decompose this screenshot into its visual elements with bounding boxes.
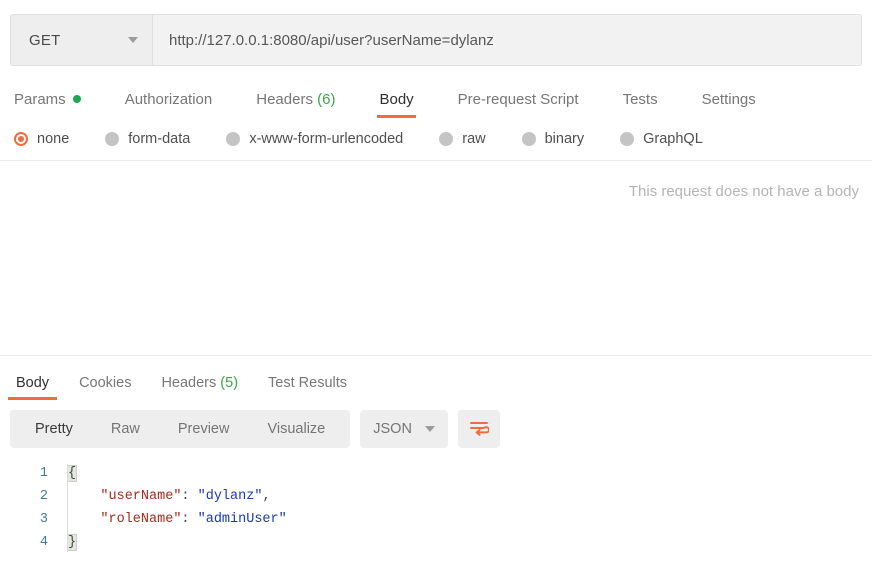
line-number: 3 [39,512,48,527]
chevron-down-icon [128,37,138,43]
json-close-brace: } [66,534,78,551]
request-body-empty-area: This request does not have a body [0,161,872,355]
tab-tests[interactable]: Tests [623,91,658,118]
code-line: } [66,531,872,554]
tab-pre-request-script-label: Pre-request Script [457,91,579,108]
radio-icon [439,132,454,146]
request-tabs: Params Authorization Headers (6) Body Pr… [0,78,872,118]
http-method-label: GET [29,31,61,49]
response-body-code-editor[interactable]: 1 2 3 4 { "userName": "dylanz", "roleNam… [0,448,872,554]
format-mode-raw[interactable]: Raw [92,410,159,448]
body-type-radio-group: none form-data x-www-form-urlencoded raw… [0,118,872,161]
radio-icon [226,132,241,146]
json-key: "roleName" [100,512,182,527]
json-separator: : [181,489,198,504]
body-type-raw-label: raw [462,131,486,147]
response-tab-test-results[interactable]: Test Results [260,375,355,400]
response-tab-body[interactable]: Body [8,375,58,400]
line-number: 4 [39,535,48,550]
json-comma: , [262,489,271,504]
body-type-form-data-label: form-data [128,131,191,147]
body-type-graphql[interactable]: GraphQL [620,131,703,147]
json-value: "dylanz" [197,489,263,504]
body-type-binary-label: binary [544,131,585,147]
code-content: { "userName": "dylanz", "roleName": "adm… [58,462,872,554]
tab-params[interactable]: Params [14,91,81,118]
json-value: "adminUser" [197,512,287,527]
body-type-x-www-form-urlencoded-label: x-www-form-urlencoded [249,131,404,147]
response-language-label: JSON [373,421,412,437]
code-line: { [66,462,872,485]
response-tab-cookies[interactable]: Cookies [71,375,139,400]
body-type-none-label: none [37,131,70,147]
tab-authorization[interactable]: Authorization [125,91,213,118]
tab-body[interactable]: Body [377,91,416,118]
response-language-dropdown[interactable]: JSON [360,410,449,448]
response-tab-headers-count: (5) [220,375,239,391]
line-number-gutter: 1 2 3 4 [0,462,58,554]
chevron-down-icon [425,426,436,432]
format-mode-visualize[interactable]: Visualize [248,410,344,448]
tab-params-label: Params [14,91,66,108]
url-bar: GET http://127.0.0.1:8080/api/user?userN… [0,0,872,66]
tab-settings-label: Settings [701,91,756,108]
body-type-graphql-label: GraphQL [643,131,703,147]
body-type-binary[interactable]: binary [521,131,585,147]
response-tab-test-results-label: Test Results [268,375,348,391]
body-type-x-www-form-urlencoded[interactable]: x-www-form-urlencoded [226,131,403,147]
tab-body-label: Body [379,91,414,108]
tab-pre-request-script[interactable]: Pre-request Script [458,91,579,118]
response-tab-headers-label: Headers [161,375,217,391]
radio-icon [105,132,120,146]
tab-headers[interactable]: Headers (6) [256,91,335,118]
code-line: "roleName": "adminUser" [68,508,872,531]
json-open-brace: { [66,465,78,482]
tab-headers-count: (6) [317,91,336,108]
empty-body-message: This request does not have a body [628,183,859,200]
url-input[interactable]: http://127.0.0.1:8080/api/user?userName=… [152,14,862,66]
response-tabs: Body Cookies Headers (5) Test Results [0,356,872,400]
response-tab-cookies-label: Cookies [79,375,132,391]
format-mode-preview[interactable]: Preview [159,410,249,448]
code-line: "userName": "dylanz", [68,485,872,508]
response-tab-headers[interactable]: Headers (5) [153,375,246,400]
body-type-raw[interactable]: raw [439,131,486,147]
http-method-dropdown[interactable]: GET [10,14,152,66]
radio-icon [14,132,28,146]
format-mode-pretty[interactable]: Pretty [16,410,92,448]
radio-icon [521,132,536,146]
json-key: "userName" [100,489,182,504]
word-wrap-icon [470,422,490,436]
body-type-none[interactable]: none [14,131,69,147]
tab-authorization-label: Authorization [124,91,213,108]
tab-settings[interactable]: Settings [702,91,756,118]
line-number: 1 [39,466,48,481]
params-modified-dot-icon [72,95,81,103]
tab-tests-label: Tests [622,91,658,108]
response-tab-body-label: Body [16,375,50,391]
tab-headers-label: Headers [256,91,313,108]
json-separator: : [181,512,198,527]
response-format-toolbar: Pretty Raw Preview Visualize JSON [0,400,872,448]
line-number: 2 [39,489,48,504]
word-wrap-button[interactable] [458,410,501,448]
radio-icon [620,132,635,146]
body-type-form-data[interactable]: form-data [105,131,190,147]
format-mode-group: Pretty Raw Preview Visualize [10,410,351,448]
